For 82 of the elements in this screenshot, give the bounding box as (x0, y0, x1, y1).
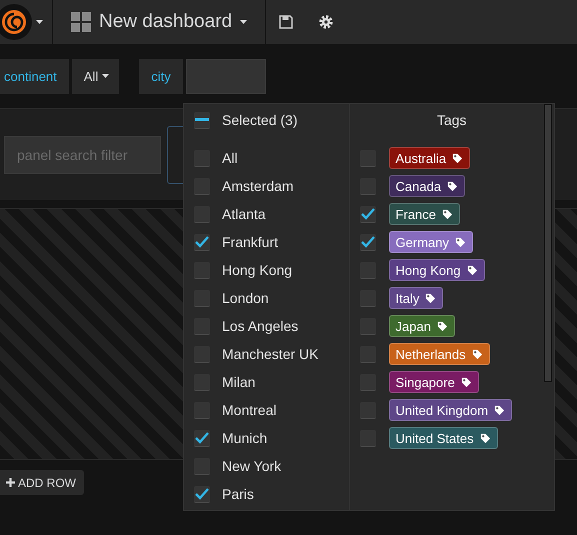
checkbox[interactable] (194, 178, 210, 194)
tag[interactable]: Hong Kong (388, 259, 485, 281)
scrollbar[interactable] (544, 104, 552, 382)
plus-icon (6, 478, 15, 487)
tag-icon (480, 432, 491, 444)
checkbox[interactable] (360, 430, 376, 446)
tag-icon (452, 152, 464, 164)
checkbox[interactable] (194, 318, 210, 334)
tag[interactable]: Canada (388, 175, 466, 197)
tag-icon (447, 180, 458, 192)
checkbox[interactable] (194, 374, 210, 390)
checkbox[interactable] (194, 206, 210, 222)
tag[interactable]: Japan (388, 315, 455, 337)
option-item[interactable]: Munich (184, 424, 349, 452)
checkbox[interactable] (360, 318, 376, 334)
selected-toggle[interactable]: Selected (3) (184, 106, 349, 134)
option-item[interactable]: All (184, 144, 349, 172)
tag-icon (425, 292, 436, 304)
tag[interactable]: Australia (388, 147, 470, 169)
checkbox[interactable] (360, 178, 376, 194)
tag-icon (455, 236, 466, 248)
tag-icon (436, 320, 448, 332)
tag[interactable]: Italy (388, 287, 444, 309)
settings-icon (319, 15, 334, 29)
checkbox[interactable] (360, 346, 376, 362)
grid-icon (71, 12, 91, 32)
checkbox[interactable] (194, 402, 210, 418)
check-icon (195, 432, 209, 444)
checkbox[interactable] (360, 234, 376, 250)
tag-icon (494, 404, 506, 416)
checkbox[interactable] (194, 112, 210, 128)
checkbox[interactable] (360, 374, 376, 390)
option-item[interactable]: Atlanta (184, 200, 349, 228)
option-item[interactable]: New York (184, 452, 349, 480)
check-icon (195, 488, 209, 500)
minus-icon (195, 118, 209, 121)
option-item[interactable]: Paris (184, 480, 349, 508)
option-item[interactable]: Frankfurt (184, 228, 349, 256)
variable-dropdown[interactable]: All (72, 58, 120, 94)
option-item[interactable]: Manchester UK (184, 340, 349, 368)
checkbox[interactable] (194, 290, 210, 306)
variable-label: continent (0, 58, 69, 94)
check-icon (360, 236, 375, 248)
tag[interactable]: Singapore (388, 371, 479, 393)
add-row-button[interactable]: ADD ROW (0, 470, 84, 495)
check-icon (360, 208, 375, 220)
check-icon (195, 236, 209, 248)
caret-icon (240, 20, 248, 24)
checkbox[interactable] (360, 262, 376, 278)
checkbox[interactable] (360, 402, 376, 418)
checkbox[interactable] (194, 430, 210, 446)
dashboard-title[interactable]: New dashboard (71, 11, 266, 33)
tag[interactable]: Germany (388, 231, 474, 253)
option-item[interactable]: Amsterdam (184, 172, 349, 200)
checkbox[interactable] (194, 150, 210, 166)
option-item[interactable]: Los Angeles (184, 312, 349, 340)
checkbox[interactable] (194, 486, 210, 502)
tag-icon (466, 264, 478, 276)
variable-field[interactable] (186, 58, 266, 94)
tag[interactable]: Netherlands (388, 343, 490, 365)
option-item[interactable]: Montreal (184, 396, 349, 424)
caret-icon (36, 20, 43, 24)
option-item[interactable]: Hong Kong (184, 256, 349, 284)
option-item[interactable]: London (184, 284, 349, 312)
tag-icon (472, 348, 483, 360)
tag[interactable]: United States (388, 427, 498, 449)
caret-icon (102, 74, 110, 78)
save-icon (279, 15, 294, 29)
tag[interactable]: France (388, 203, 460, 225)
checkbox[interactable] (360, 206, 376, 222)
option-item[interactable]: Milan (184, 368, 349, 396)
tags-title: Tags (436, 112, 467, 128)
checkbox[interactable] (360, 290, 376, 306)
checkbox[interactable] (194, 458, 210, 474)
checkbox[interactable] (194, 262, 210, 278)
variable-label: city (139, 58, 183, 94)
checkbox[interactable] (194, 234, 210, 250)
tag[interactable]: United Kingdom (388, 399, 512, 421)
checkbox[interactable] (194, 346, 210, 362)
tag-icon (460, 376, 472, 388)
tag-icon (442, 208, 454, 220)
checkbox[interactable] (360, 150, 376, 166)
